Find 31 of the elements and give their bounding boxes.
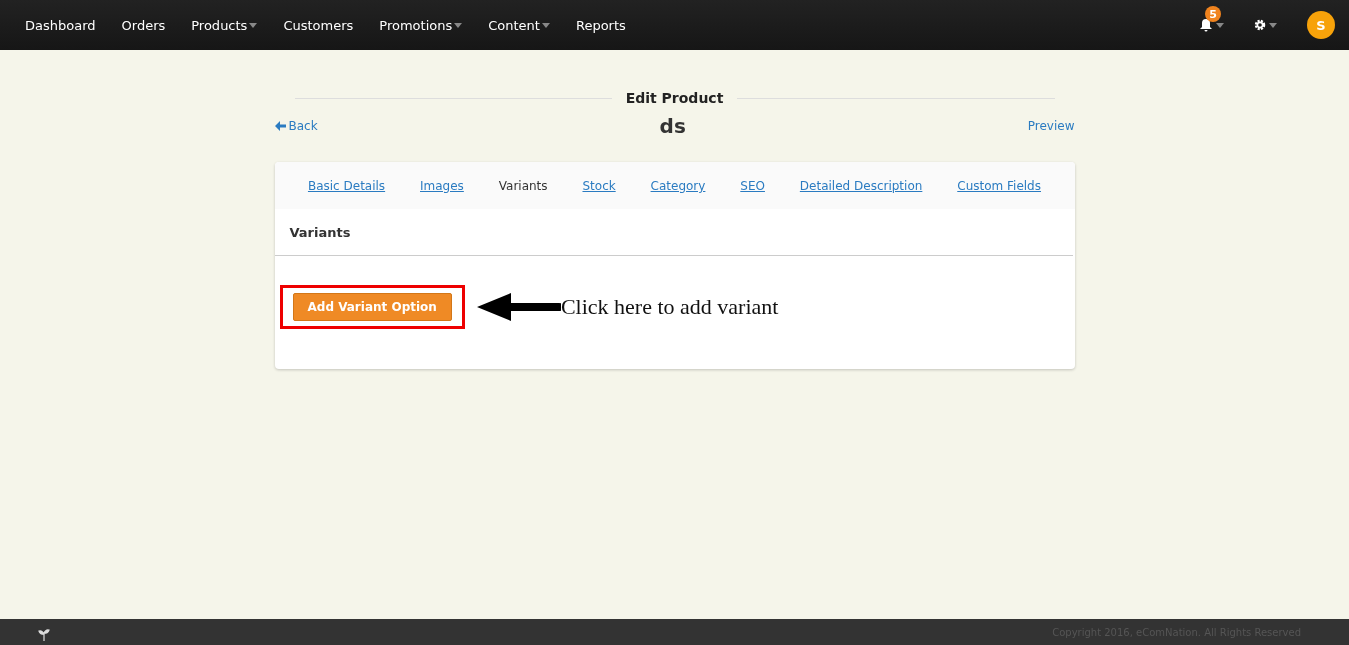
nav-link[interactable]: Dashboard	[12, 17, 109, 33]
nav-link[interactable]: Products	[178, 17, 271, 33]
arrow-icon	[476, 292, 561, 322]
tab[interactable]: Basic Details	[307, 179, 386, 193]
page-heading: Edit Product	[625, 90, 724, 106]
caret-icon	[1269, 22, 1277, 28]
panel-title: Variants	[274, 209, 1073, 256]
settings-icon	[1254, 19, 1266, 31]
nav-link[interactable]: Orders	[108, 17, 179, 33]
left-arrow-icon	[274, 121, 286, 131]
tab[interactable]: Category	[650, 179, 706, 193]
nav-link[interactable]: Customers	[270, 17, 367, 33]
preview-link[interactable]: Preview	[1027, 119, 1075, 133]
tab[interactable]: Images	[420, 179, 464, 193]
back-link[interactable]: Back	[274, 119, 318, 133]
tab[interactable]: Stock	[582, 179, 616, 193]
notification-count: 5	[1205, 6, 1221, 22]
bell-icon	[1199, 18, 1213, 32]
nav-link[interactable]: Content	[475, 17, 563, 33]
nav-link[interactable]: Promotions	[366, 17, 476, 33]
tab[interactable]: Custom Fields	[957, 179, 1041, 193]
nav-link[interactable]: Reports	[562, 17, 639, 33]
annotation-text: Click here to add variant	[560, 294, 779, 320]
caret-icon	[1216, 22, 1224, 28]
tab[interactable]: Detailed Description	[799, 179, 923, 193]
notifications-button[interactable]: 5	[1199, 8, 1224, 32]
tab[interactable]: Variants	[498, 179, 548, 193]
product-title: ds	[659, 114, 686, 138]
sprout-icon	[38, 627, 50, 641]
add-variant-option-button[interactable]: Add Variant Option	[292, 293, 452, 321]
tab[interactable]: SEO	[740, 179, 765, 193]
